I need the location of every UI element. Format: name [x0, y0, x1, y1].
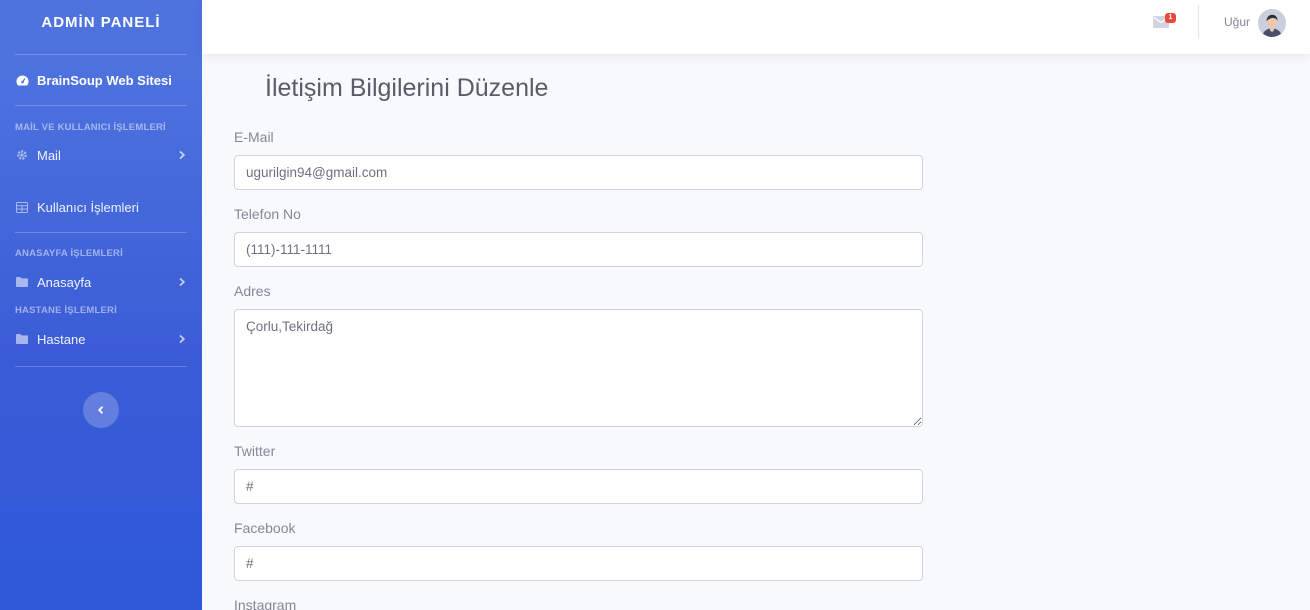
email-field[interactable]	[234, 155, 923, 190]
sidebar-heading: HASTANE İŞLEMLERİ	[15, 305, 117, 316]
user-avatar-icon	[1258, 9, 1286, 37]
sidebar-heading: ANASAYFA İŞLEMLERİ	[15, 248, 123, 259]
message-count-badge: 1	[1165, 13, 1176, 23]
twitter-field[interactable]	[234, 469, 923, 504]
page-title: İletişim Bilgilerini Düzenle	[265, 74, 549, 102]
sidebar-item-mail[interactable]: Mail	[0, 133, 202, 177]
chevron-right-icon	[179, 150, 186, 160]
sidebar-item-label: Mail	[37, 147, 61, 163]
phone-field[interactable]	[234, 232, 923, 267]
topbar: 1 Uğur	[202, 0, 1310, 54]
facebook-field[interactable]	[234, 546, 923, 581]
twitter-label: Twitter	[234, 443, 276, 459]
address-field[interactable]: Çorlu,Tekirdağ	[234, 309, 923, 427]
email-label: E-Mail	[234, 129, 274, 145]
chevron-right-icon	[179, 334, 186, 344]
sidebar-divider	[15, 366, 187, 367]
user-name[interactable]: Uğur	[1224, 15, 1250, 29]
facebook-label: Facebook	[234, 520, 296, 536]
topbar-divider	[1198, 5, 1199, 39]
sidebar-item-website[interactable]: BrainSoup Web Sitesi	[0, 55, 202, 105]
sidebar-item-hospital[interactable]: Hastane	[0, 316, 202, 362]
phone-label: Telefon No	[234, 206, 301, 222]
sidebar: ADMİN PANELİ BrainSoup Web Sitesi MAİL V…	[0, 0, 202, 610]
chevron-left-icon	[97, 406, 104, 414]
folder-icon	[15, 275, 29, 289]
brand-text: ADMİN PANELİ	[41, 13, 161, 31]
sidebar-heading: MAİL VE KULLANICI İŞLEMLERİ	[15, 122, 166, 133]
sidebar-brand[interactable]: ADMİN PANELİ	[0, 0, 202, 54]
table-icon	[15, 200, 29, 214]
instagram-label: Instagram	[234, 597, 297, 610]
sidebar-toggle-button[interactable]	[83, 392, 119, 428]
sidebar-item-homepage[interactable]: Anasayfa	[0, 259, 202, 305]
address-label: Adres	[234, 283, 271, 299]
gear-icon	[15, 148, 29, 162]
folder-icon	[15, 332, 29, 346]
avatar[interactable]	[1258, 9, 1286, 37]
sidebar-item-label: Kullanıcı İşlemleri	[37, 199, 139, 215]
dashboard-icon	[15, 73, 29, 87]
sidebar-item-label: Hastane	[37, 331, 86, 347]
sidebar-item-label: BrainSoup Web Sitesi	[37, 72, 172, 88]
chevron-right-icon	[179, 277, 186, 287]
sidebar-item-label: Anasayfa	[37, 274, 92, 290]
sidebar-item-users[interactable]: Kullanıcı İşlemleri	[0, 182, 202, 232]
